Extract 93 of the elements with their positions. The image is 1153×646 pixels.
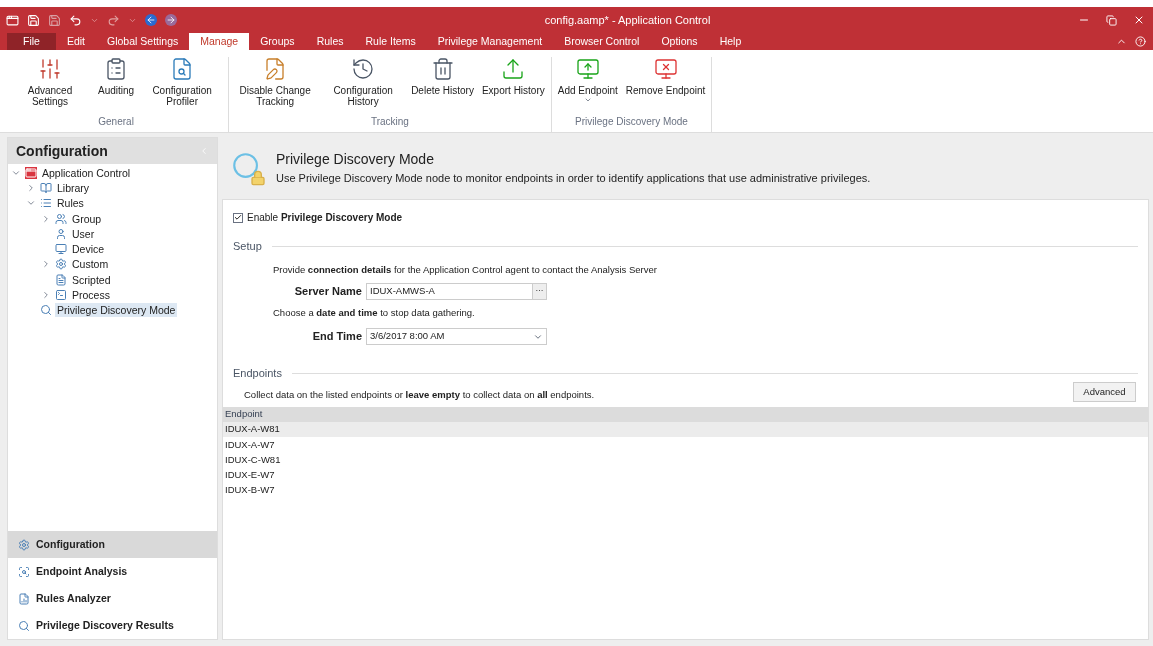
- expand-chevron-icon[interactable]: [41, 259, 51, 270]
- sidebar-title: Configuration: [16, 141, 108, 161]
- ribbon-button[interactable]: Auditing: [95, 57, 138, 114]
- ribbon-button[interactable]: Delete History: [408, 57, 477, 114]
- tree-node-icon: [55, 243, 67, 256]
- ribbon-icon: [38, 57, 62, 81]
- menu-tab[interactable]: Manage: [189, 33, 250, 50]
- expand-chevron-icon[interactable]: [41, 213, 51, 224]
- tree-item[interactable]: Custom: [70, 257, 111, 272]
- back-icon[interactable]: [145, 14, 157, 26]
- hint-text: Collect data on the listed endpoints or leave empty to collect data on all endpoints.: [244, 387, 595, 402]
- restore-icon[interactable]: [1106, 14, 1117, 26]
- tree-node-icon: [55, 273, 67, 286]
- section-title: Endpoints: [233, 366, 282, 381]
- nav-icon: [18, 565, 30, 578]
- tree-item[interactable]: Device: [70, 242, 107, 257]
- tree-item[interactable]: Application Control: [40, 165, 133, 180]
- ribbon-button[interactable]: Disable Change Tracking: [232, 57, 319, 114]
- nav-item[interactable]: Privilege Discovery Results: [8, 612, 217, 639]
- menu-tab[interactable]: Groups: [249, 33, 306, 50]
- end-time-dropdown[interactable]: 3/6/2017 8:00 AM: [366, 328, 547, 345]
- redo-icon[interactable]: [107, 13, 120, 27]
- menu-tab[interactable]: Rule Items: [354, 33, 427, 50]
- tree-node-icon: [55, 212, 67, 225]
- ribbon-button[interactable]: Remove Endpoint: [622, 57, 709, 114]
- tree-item[interactable]: Library: [55, 180, 92, 195]
- magnifier-lock-icon: [230, 150, 266, 186]
- checkbox-label: Enable Privilege Discovery Mode: [247, 211, 403, 225]
- menu-tab[interactable]: Global Settings: [96, 33, 190, 50]
- menu-tab[interactable]: File: [7, 33, 56, 50]
- tree-node-icon: [55, 227, 67, 240]
- tree-node-icon: [40, 304, 52, 317]
- tree-item[interactable]: Process: [70, 288, 112, 302]
- ribbon-icon: [501, 57, 526, 81]
- forward-icon[interactable]: [165, 14, 177, 26]
- help-icon[interactable]: [1135, 36, 1146, 47]
- save-all-icon[interactable]: [48, 13, 61, 27]
- nav-item[interactable]: Configuration: [8, 531, 217, 558]
- ribbon-icon: [575, 57, 600, 81]
- close-icon[interactable]: [1133, 14, 1145, 26]
- ribbon-group-label: Tracking: [370, 115, 409, 129]
- tree-item[interactable]: Group: [70, 211, 104, 226]
- table-row[interactable]: IDUX-A-W7: [223, 437, 1148, 453]
- nav-item[interactable]: Rules Analyzer: [8, 585, 217, 612]
- tree-item[interactable]: User: [70, 226, 97, 241]
- tree-item[interactable]: Privilege Discovery Mode: [55, 303, 178, 318]
- save-icon[interactable]: [27, 13, 40, 27]
- nav-icon: [18, 538, 30, 551]
- field-label: End Time: [311, 329, 363, 345]
- menu-tab[interactable]: Browser Control: [553, 33, 651, 50]
- ribbon-group-label: Privilege Discovery Mode: [575, 115, 688, 129]
- table-row[interactable]: IDUX-E-W7: [223, 467, 1148, 483]
- hint-text: Provide connection details for the Application Control agent to contact the Analysis Server: [273, 262, 658, 277]
- ribbon-button[interactable]: Configuration Profiler: [139, 57, 226, 114]
- ribbon-button[interactable]: Advanced Settings: [7, 57, 93, 114]
- app-icon: [6, 13, 19, 27]
- tree-node-icon: [25, 166, 37, 179]
- menu-tab[interactable]: Edit: [55, 33, 96, 50]
- server-name-field[interactable]: IDUX-AMWS-A ···: [366, 282, 547, 300]
- window-title: config.aamp* - Application Control: [544, 12, 711, 28]
- menu-tab[interactable]: Privilege Management: [426, 33, 554, 50]
- expand-chevron-icon[interactable]: [26, 182, 36, 193]
- expand-chevron-icon[interactable]: [41, 290, 51, 300]
- ribbon-button[interactable]: Add Endpoint: [554, 57, 621, 114]
- tree-node-icon: [55, 289, 67, 301]
- menu-tab[interactable]: Help: [708, 33, 753, 50]
- section-title: Setup: [233, 239, 262, 254]
- nav-icon: [18, 592, 30, 605]
- nav-icon: [18, 619, 30, 632]
- table-row[interactable]: IDUX-C-W81: [223, 452, 1148, 468]
- menu-tab[interactable]: Rules: [305, 33, 355, 50]
- field-label: Server Name: [293, 284, 363, 299]
- tree-node-icon: [40, 181, 52, 194]
- tree-node-icon: [40, 197, 52, 210]
- nav-item[interactable]: Endpoint Analysis: [8, 558, 217, 585]
- advanced-button[interactable]: Advanced: [1073, 381, 1136, 402]
- undo-icon[interactable]: [69, 13, 82, 27]
- hint-text: Choose a date and time to stop data gathering.: [273, 305, 476, 320]
- ribbon-icon: [653, 57, 678, 81]
- page-description: Use Privilege Discovery Mode node to monitor endpoints in order to identify applications that use administrative privileges.: [276, 171, 871, 187]
- ribbon-button[interactable]: Export History: [478, 57, 548, 114]
- tree-node-icon: [55, 258, 67, 271]
- ribbon-button[interactable]: Configuration History: [320, 57, 407, 114]
- ribbon-group-label: General: [98, 115, 134, 129]
- checkbox[interactable]: [233, 212, 243, 223]
- column-header[interactable]: Endpoint: [225, 407, 263, 422]
- menu-tab[interactable]: Options: [650, 33, 709, 50]
- table-row[interactable]: IDUX-B-W7: [223, 482, 1148, 499]
- caret-icon: [583, 96, 592, 104]
- page-title: Privilege Discovery Mode: [276, 150, 435, 170]
- ribbon-icon: [351, 57, 376, 81]
- tree-item[interactable]: Rules: [55, 196, 86, 211]
- tree-item[interactable]: Scripted: [70, 272, 113, 287]
